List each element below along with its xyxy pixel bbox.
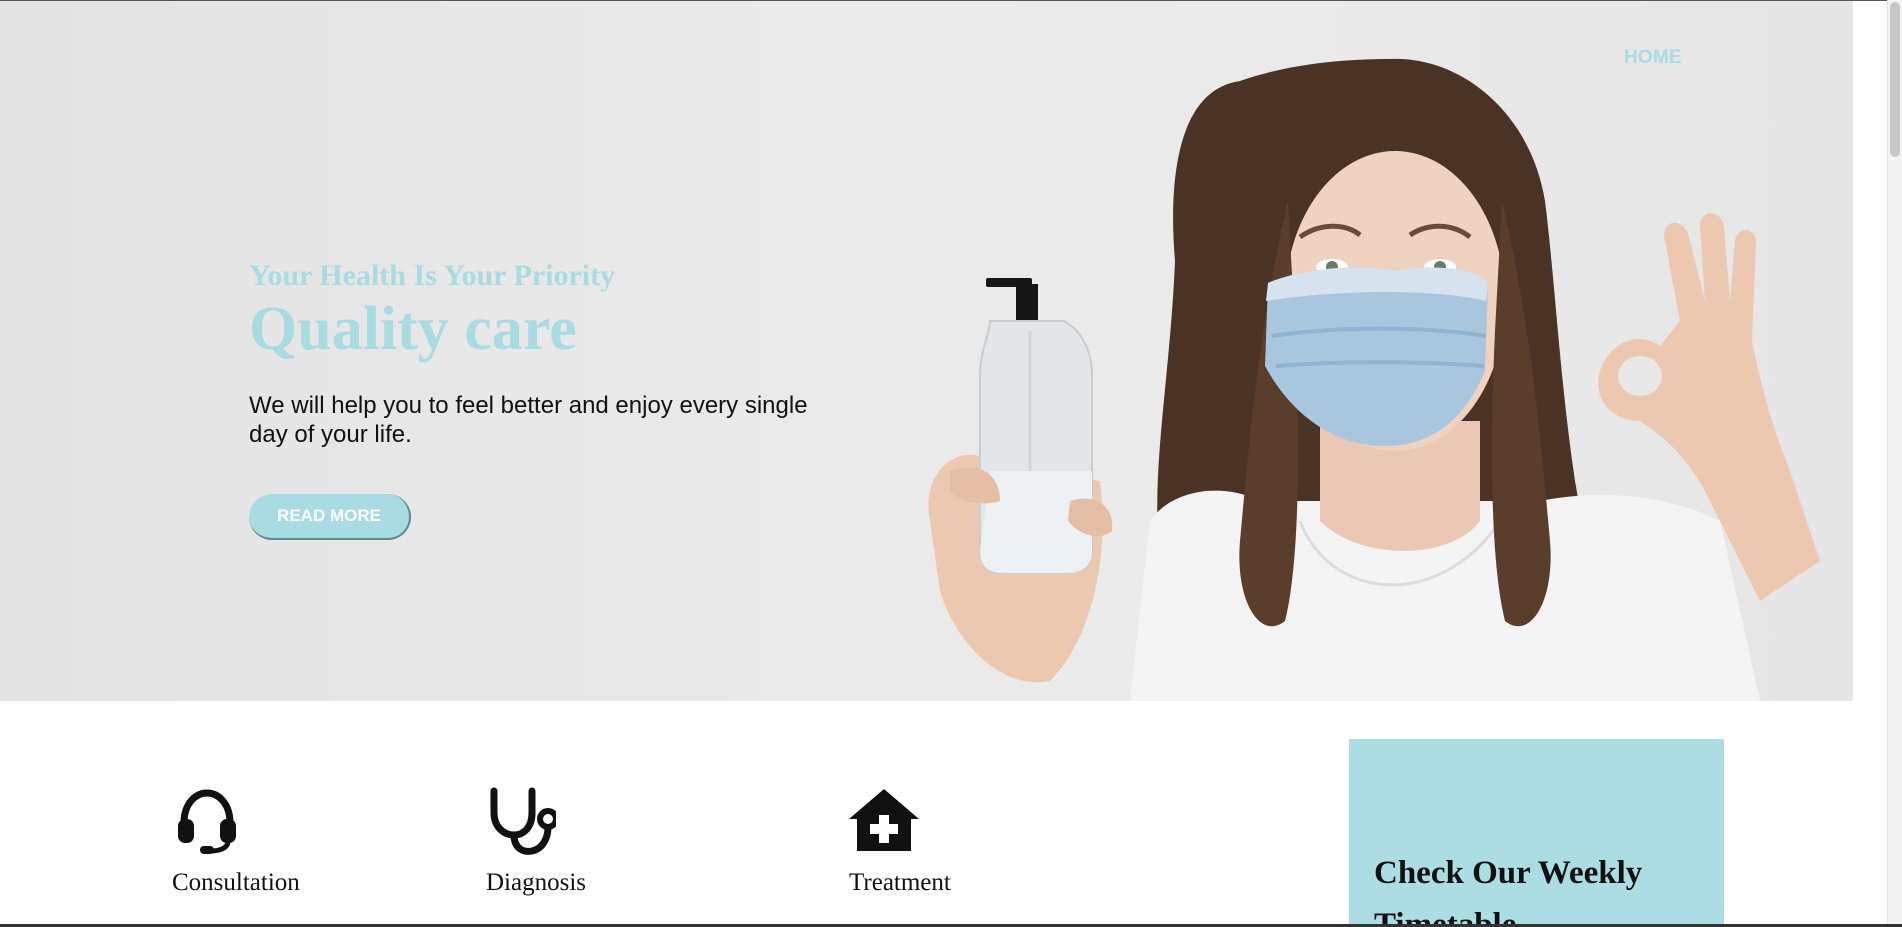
services-section: Consultation Diagnosis Treatment Check O…: [0, 701, 1853, 927]
service-consultation[interactable]: Consultation: [172, 785, 300, 897]
service-diagnosis[interactable]: Diagnosis: [486, 785, 586, 897]
timetable-title: Check Our Weekly Timetable: [1374, 855, 1643, 927]
stethoscope-icon: [490, 787, 556, 855]
headset-icon: [178, 789, 236, 854]
vertical-scrollbar[interactable]: [1887, 0, 1902, 924]
hero-text-block: Your Health Is Your Priority Quality car…: [249, 257, 889, 449]
hero-description: We will help you to feel better and enjo…: [249, 392, 808, 448]
hero-section: HOME Your Health Is Your Priority Qualit…: [0, 1, 1853, 701]
service-treatment[interactable]: Treatment: [849, 785, 951, 897]
timetable-card: Check Our Weekly Timetable: [1349, 739, 1724, 927]
hero-subtitle: Your Health Is Your Priority: [249, 259, 616, 292]
medical-home-icon: [849, 789, 919, 851]
read-more-button[interactable]: READ MORE: [249, 494, 411, 540]
nav-home-link[interactable]: HOME: [1624, 47, 1682, 69]
service-label: Diagnosis: [486, 869, 586, 896]
hero-title: Quality care: [249, 295, 577, 363]
service-label: Treatment: [849, 869, 951, 896]
service-label: Consultation: [172, 869, 300, 896]
scrollbar-thumb[interactable]: [1890, 2, 1900, 157]
